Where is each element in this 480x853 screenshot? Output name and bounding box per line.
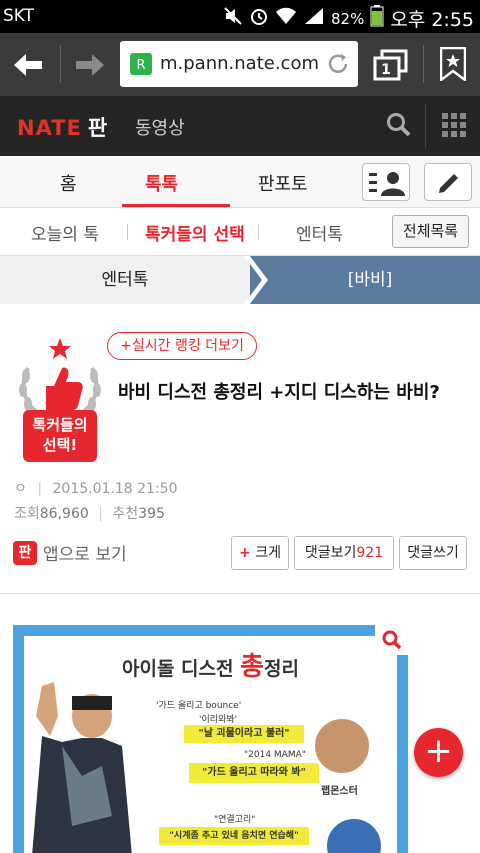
nate-logo[interactable]: NATE 판 xyxy=(17,112,108,142)
subtab-separator xyxy=(127,224,128,240)
tab-toktok[interactable]: 톡톡 xyxy=(145,170,178,196)
my-page-button[interactable] xyxy=(362,163,410,201)
subtab-today[interactable]: 오늘의 톡 xyxy=(31,220,99,245)
post-datetime: 2015.01.18 21:50 xyxy=(52,481,178,497)
badge-label: 톡커들의 선택! xyxy=(23,410,97,462)
breadcrumb: 엔터톡 [바비] xyxy=(0,256,480,304)
meta-separator: | xyxy=(37,481,43,497)
battery-icon xyxy=(370,5,384,32)
url-text: m.pann.nate.com xyxy=(160,53,319,74)
logo-sub: 판 xyxy=(87,116,109,140)
post-title: 바비 디스전 총정리 +지디 디스하는 바비? xyxy=(118,382,440,403)
status-bar: SKT 82% 오후 2:55 xyxy=(0,0,480,33)
image-canvas: 아이돌 디스전 총정리 '가드 올리고 bounce' '이리와봐' "날 괴물… xyxy=(24,636,397,853)
section-divider xyxy=(0,593,480,594)
carrier-label: SKT xyxy=(3,6,35,26)
sub-tabs: 오늘의 톡 톡커들의 선택 엔터톡 전체목록 xyxy=(0,208,480,256)
post-stats-line: 조회86,960 | 추천395 xyxy=(14,503,165,523)
mute-icon xyxy=(223,6,243,31)
grid-menu-icon[interactable] xyxy=(442,113,466,141)
enlarge-button[interactable]: + 크게 xyxy=(231,536,289,570)
tab-count: 1 xyxy=(381,62,391,78)
tab-home[interactable]: 홈 xyxy=(60,170,77,196)
reload-icon[interactable] xyxy=(326,52,350,80)
svg-text:R: R xyxy=(136,58,145,73)
second-portrait xyxy=(324,816,384,853)
view-comments-label: 댓글보기 xyxy=(304,545,357,561)
image-text-2: "2014 MAMA" xyxy=(244,750,306,760)
image-text-1b: '이리와봐' xyxy=(199,715,238,725)
badge-line1: 톡커들의 xyxy=(32,416,88,434)
enlarge-label: 크게 xyxy=(255,545,281,561)
all-list-button[interactable]: 전체목록 xyxy=(392,215,469,248)
meta-separator: | xyxy=(98,506,103,522)
clock: 오후 2:55 xyxy=(390,9,474,31)
rm-portrait xyxy=(312,716,372,776)
image-bubble-2: "가드 올리고 따라와 봐" xyxy=(189,763,319,783)
views-count: 86,960 xyxy=(39,506,89,522)
rapper-photo xyxy=(32,682,132,853)
forward-arrow-icon[interactable] xyxy=(74,51,106,83)
back-arrow-icon[interactable] xyxy=(12,51,44,83)
pan-app-icon: 판 xyxy=(13,540,37,565)
author-mark: ㅇ xyxy=(14,481,27,497)
write-comment-button[interactable]: 댓글쓰기 xyxy=(399,536,467,570)
breadcrumb-category[interactable]: 엔터톡 xyxy=(0,256,250,304)
image-title-suffix: 정리 xyxy=(264,658,299,680)
write-button[interactable] xyxy=(424,163,472,201)
image-title-emph: 총 xyxy=(240,652,265,682)
subtab-separator xyxy=(258,224,259,240)
header-divider xyxy=(425,104,426,148)
post-image[interactable]: 아이돌 디스전 총정리 '가드 올리고 bounce' '이리와봐' "날 괴물… xyxy=(13,625,408,853)
image-bubble-3: "시계좀 추고 있네 음치면 연습해" xyxy=(159,827,309,845)
image-caption-rm: 랩몬스터 xyxy=(321,786,358,797)
badge-line2: 선택! xyxy=(42,436,78,454)
search-icon[interactable] xyxy=(386,112,412,142)
zoom-icon[interactable] xyxy=(375,625,408,655)
video-link[interactable]: 동영상 xyxy=(135,114,185,140)
subtab-talkers-choice[interactable]: 톡커들의 선택 xyxy=(145,220,245,245)
comments-count: 921 xyxy=(356,545,384,561)
image-bubble-1: "날 괴물이라고 불러" xyxy=(184,725,304,743)
site-favicon-icon: R xyxy=(130,53,152,79)
wifi-icon xyxy=(275,6,297,31)
recommend-count: 395 xyxy=(138,506,165,522)
toolbar-divider xyxy=(60,45,61,83)
url-field[interactable]: R m.pann.nate.com xyxy=(120,41,358,87)
toolbar-divider xyxy=(423,45,424,83)
breadcrumb-topic[interactable]: [바비] xyxy=(250,256,480,304)
subtab-enter[interactable]: 엔터톡 xyxy=(296,220,343,245)
post-date-line: ㅇ | 2015.01.18 21:50 xyxy=(14,478,177,498)
recommend-label: 추천 xyxy=(112,506,139,522)
browser-toolbar: R m.pann.nate.com 1 xyxy=(0,33,480,96)
breadcrumb-arrow-icon xyxy=(244,256,268,304)
active-tab-indicator xyxy=(122,204,230,207)
logo-text: NATE xyxy=(17,116,82,140)
laurel-thumbs-up-icon xyxy=(19,338,101,418)
signal-icon xyxy=(303,6,325,31)
tab-panphoto[interactable]: 판포토 xyxy=(258,170,308,196)
plus-icon: + xyxy=(239,545,251,561)
realtime-ranking-button[interactable]: +실시간 랭킹 더보기 xyxy=(107,332,257,360)
views-label: 조회 xyxy=(14,506,40,522)
battery-percent: 82% xyxy=(330,9,365,28)
app-view-label: 앱으로 보기 xyxy=(43,545,127,565)
bookmark-icon[interactable] xyxy=(439,46,467,85)
alarm-icon xyxy=(249,6,269,31)
floating-add-button[interactable]: + xyxy=(414,728,463,777)
view-comments-button[interactable]: 댓글보기921 xyxy=(294,536,394,570)
app-view-link[interactable]: 판 앱으로 보기 xyxy=(13,540,127,565)
talkers-choice-badge: 톡커들의 선택! xyxy=(14,338,106,468)
site-header: NATE 판 동영상 xyxy=(0,96,480,156)
image-text-1a: '가드 올리고 bounce' xyxy=(156,701,242,711)
image-text-3: "연결고리" xyxy=(214,815,256,825)
